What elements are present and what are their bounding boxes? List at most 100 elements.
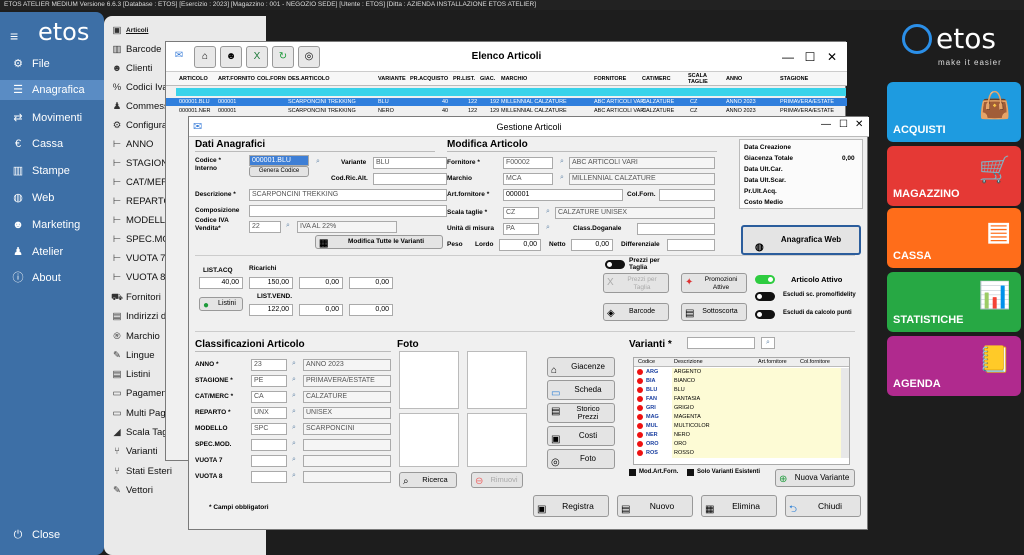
search-icon[interactable]: ⌕ xyxy=(289,375,299,385)
tile-magazzino[interactable]: 🛒 MAGAZZINO xyxy=(887,146,1021,206)
maximize-button[interactable]: ☐ xyxy=(839,119,848,130)
listvend-field[interactable]: 0,00 xyxy=(349,304,393,316)
giacenze-button[interactable]: ⌂ Giacenze xyxy=(547,357,615,377)
variante-row[interactable]: NER NERO xyxy=(634,431,844,439)
tile-cassa[interactable]: ▤ CASSA xyxy=(887,208,1021,268)
sidebar-item-atelier[interactable]: ♟ Atelier xyxy=(8,242,104,262)
sidebar-item-movimenti[interactable]: ⇄ Movimenti xyxy=(8,108,104,128)
promozioni-button[interactable]: ✦ Promozioni Attive xyxy=(681,273,747,293)
elimina-button[interactable]: ▦ Elimina xyxy=(701,495,777,517)
listvend-field[interactable]: 0,00 xyxy=(299,304,343,316)
codice-field[interactable]: 000001.BLU xyxy=(249,155,309,166)
photo-slot[interactable] xyxy=(399,351,459,409)
close-button[interactable]: ✕ xyxy=(822,42,842,72)
um-field[interactable]: PA xyxy=(503,223,539,235)
articolo-attivo-toggle[interactable] xyxy=(755,275,775,284)
minimize-button[interactable]: — xyxy=(821,119,831,130)
variante-row[interactable]: BLU BLU xyxy=(634,386,844,394)
table-row[interactable]: 000001.BLU 000001 SCARPONCINI TREKKING BLU… xyxy=(166,98,847,106)
search-icon[interactable]: ⌕ xyxy=(557,173,567,183)
class-code-field[interactable] xyxy=(251,471,287,483)
column-header[interactable]: VARIANTE xyxy=(378,72,406,86)
search-icon[interactable]: ⌕ xyxy=(543,223,553,233)
search-icon[interactable]: ⌕ xyxy=(289,391,299,401)
ricarico-field[interactable]: 0,00 xyxy=(299,277,343,289)
sidebar-item-stampe[interactable]: ▥ Stampe xyxy=(8,161,104,181)
column-header[interactable]: ARTICOLO xyxy=(179,72,208,86)
mod-art-forn-checkbox[interactable] xyxy=(629,469,636,476)
column-header[interactable]: STAGIONE xyxy=(780,72,808,86)
column-header[interactable]: Col.fornitore xyxy=(800,358,830,367)
column-header[interactable]: Codice xyxy=(638,358,655,367)
close-button[interactable]: ✕ xyxy=(855,119,863,130)
column-header[interactable]: ANNO xyxy=(726,72,742,86)
colforn-field[interactable] xyxy=(659,189,715,201)
search-icon[interactable]: ⌕ xyxy=(289,423,299,433)
column-header[interactable]: MARCHIO xyxy=(501,72,527,86)
search-icon[interactable]: ⌕ xyxy=(289,455,299,465)
genera-codice-button[interactable]: Genera Codice xyxy=(249,166,309,177)
scheda-button[interactable]: ▭ Scheda xyxy=(547,380,615,400)
anagrafica-web-button[interactable]: ◍ Anagrafica Web xyxy=(741,225,861,255)
modifica-varianti-button[interactable]: ▦ Modifica Tutte le Varianti xyxy=(315,235,443,249)
maximize-button[interactable]: ☐ xyxy=(800,42,820,72)
listacq-field[interactable]: 40,00 xyxy=(199,277,243,289)
search-icon[interactable]: ⌕ xyxy=(543,207,553,217)
sidebar-item-marketing[interactable]: ☻ Marketing xyxy=(8,215,104,235)
storico-prezzi-button[interactable]: ▤ Storico Prezzi xyxy=(547,403,615,423)
codricalt-field[interactable] xyxy=(373,173,447,185)
photo-slot[interactable] xyxy=(467,351,527,409)
tile-agenda[interactable]: 📒 AGENDA xyxy=(887,336,1021,396)
sidebar-item-cassa[interactable]: € Cassa xyxy=(8,134,104,154)
tile-acquisti[interactable]: 👜 ACQUISTI xyxy=(887,82,1021,142)
column-header[interactable]: FORNITORE xyxy=(594,72,626,86)
descrizione-field[interactable]: SCARPONCINI TREKKING xyxy=(249,189,447,201)
menu-icon[interactable]: ≡ xyxy=(10,28,18,44)
search-icon[interactable]: ⌕ xyxy=(283,221,293,231)
chiudi-button[interactable]: ⮌ Chiudi xyxy=(785,495,861,517)
escludi-punti-toggle[interactable] xyxy=(755,310,775,319)
differenziale-field[interactable] xyxy=(667,239,715,251)
variante-row[interactable]: ROS ROSSO xyxy=(634,449,844,457)
column-header[interactable]: SCALA TAGLIE xyxy=(688,73,718,85)
variante-row[interactable]: MAG MAGENTA xyxy=(634,413,844,421)
scala-code[interactable]: CZ xyxy=(503,207,539,219)
sottoscorta-button[interactable]: ▤ Sottoscorta xyxy=(681,303,747,321)
class-code-field[interactable]: UNX xyxy=(251,407,287,419)
classdog-field[interactable] xyxy=(637,223,715,235)
photo-slot[interactable] xyxy=(467,413,527,467)
escludi-promo-toggle[interactable] xyxy=(755,292,775,301)
column-header[interactable]: Art.fornitore xyxy=(758,358,787,367)
sidebar-item-anagrafica[interactable]: ☰ Anagrafica xyxy=(0,80,104,100)
class-code-field[interactable]: 23 xyxy=(251,359,287,371)
nuovo-button[interactable]: ▤ Nuovo xyxy=(617,495,693,517)
marchio-code[interactable]: MCA xyxy=(503,173,553,185)
listini-button[interactable]: ● Listini xyxy=(199,297,243,311)
variante-row[interactable]: FAN FANTASIA xyxy=(634,395,844,403)
class-code-field[interactable]: PE xyxy=(251,375,287,387)
artforn-field[interactable]: 000001 xyxy=(503,189,623,201)
table-row[interactable]: 000001.NER 000001 SCARPONCINI TREKKING NER… xyxy=(166,107,847,115)
variante-row[interactable]: MUL MULTICOLOR xyxy=(634,422,844,430)
solo-varianti-checkbox[interactable] xyxy=(687,469,694,476)
sidebar-item-file[interactable]: ⚙ File xyxy=(8,54,104,74)
tile-statistiche[interactable]: 📊 STATISTICHE xyxy=(887,272,1021,332)
registra-button[interactable]: ▣ Registra xyxy=(533,495,609,517)
sidebar-item-about[interactable]: ⓘ About xyxy=(8,268,104,288)
column-header[interactable]: ART.FORNITO xyxy=(218,72,255,86)
foto-button[interactable]: ◎ Foto xyxy=(547,449,615,469)
column-header[interactable]: DES.ARTICOLO xyxy=(288,72,330,86)
barcode-button[interactable]: ◈ Barcode xyxy=(603,303,669,321)
class-code-field[interactable]: SPC xyxy=(251,423,287,435)
search-icon[interactable]: ⌕ xyxy=(313,157,323,167)
search-icon[interactable]: ⌕ xyxy=(289,407,299,417)
variante-row[interactable]: ORO ORO xyxy=(634,440,844,448)
variante-row[interactable]: GRI GRIGIO xyxy=(634,404,844,412)
class-code-field[interactable] xyxy=(251,439,287,451)
netto-field[interactable]: 0,00 xyxy=(571,239,613,251)
photo-slot[interactable] xyxy=(399,413,459,467)
codiva-field[interactable]: 22 xyxy=(249,221,281,233)
ricarico-field[interactable]: 150,00 xyxy=(249,277,293,289)
column-header[interactable]: PR.LIST. xyxy=(453,72,475,86)
composizione-field[interactable] xyxy=(249,205,447,217)
